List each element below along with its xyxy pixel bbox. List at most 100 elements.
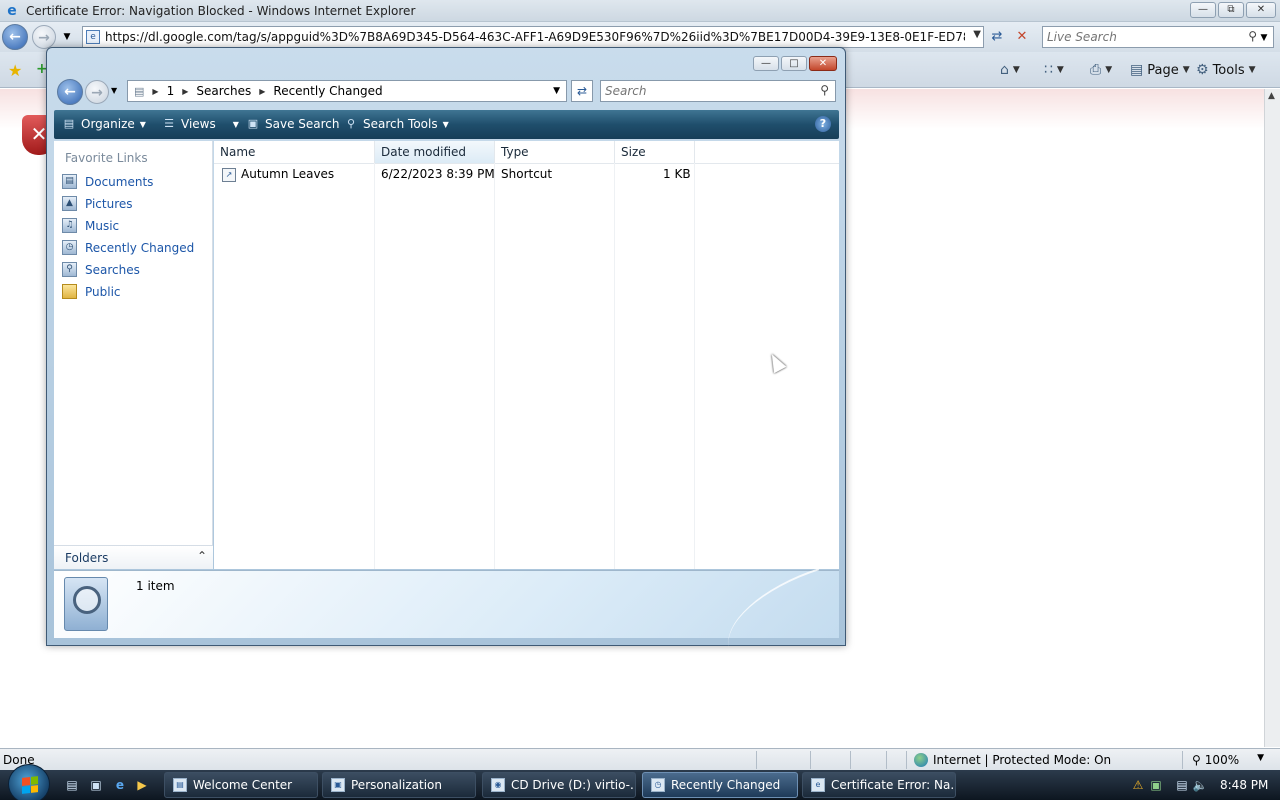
views-button[interactable]: ☰ Views ▼ (162, 117, 239, 131)
organize-label: Organize (81, 117, 135, 131)
favorite-link-recently-changed[interactable]: ◷ Recently Changed (62, 240, 194, 255)
column-header-date-modified[interactable]: Date modified (375, 141, 495, 163)
status-divider (810, 751, 811, 769)
ie-back-button[interactable]: ← (2, 24, 28, 50)
favorite-link-music[interactable]: ♫ Music (62, 218, 119, 233)
taskbar-button-personalization[interactable]: ▣ Personalization (322, 772, 476, 798)
folders-label: Folders (65, 551, 109, 565)
ie-address-bar[interactable]: e https://dl.google.com/tag/s/appguid%3D… (82, 26, 984, 48)
zoom-dropdown-icon[interactable]: ▼ (1257, 753, 1264, 767)
file-type: Shortcut (501, 167, 553, 181)
explorer-search-input[interactable] (605, 82, 805, 100)
ie-history-dropdown-icon[interactable]: ▼ (58, 28, 76, 46)
breadcrumb-separator-icon[interactable]: ▶ (182, 87, 188, 96)
scroll-up-icon[interactable]: ▲ (1268, 91, 1275, 101)
security-zone[interactable]: Internet | Protected Mode: On (914, 753, 1111, 767)
address-dropdown-icon[interactable]: ▼ (553, 86, 560, 96)
home-button[interactable]: ⌂ ▼ (1000, 62, 1020, 78)
column-header-type[interactable]: Type (495, 141, 615, 163)
media-player-icon[interactable]: ▶ (134, 777, 150, 793)
decorative-swirl (713, 568, 835, 650)
column-divider (614, 163, 615, 569)
ie-live-search-input[interactable] (1047, 28, 1247, 46)
ie-url-text[interactable]: https://dl.google.com/tag/s/appguid%3D%7… (105, 30, 965, 44)
music-icon: ♫ (62, 218, 77, 233)
views-icon: ☰ (164, 117, 174, 130)
ie-vertical-scrollbar[interactable]: ▲ (1264, 89, 1280, 747)
print-dropdown-icon[interactable]: ▼ (1105, 65, 1112, 75)
save-search-button[interactable]: ▣ Save Search (246, 117, 340, 131)
column-divider (494, 163, 495, 569)
address-dropdown-icon[interactable]: ▼ (973, 29, 981, 40)
show-desktop-icon[interactable]: ▤ (64, 777, 80, 793)
favorite-link-public[interactable]: Public (62, 284, 121, 299)
favorites-star-icon[interactable]: ★ (8, 61, 22, 80)
folders-toggle[interactable]: Folders ⌃ (54, 545, 213, 569)
column-divider (374, 163, 375, 569)
recent-pages-dropdown-icon[interactable]: ▼ (111, 86, 117, 95)
page-menu[interactable]: ▤ Page ▼ (1130, 62, 1190, 78)
home-dropdown-icon[interactable]: ▼ (1013, 65, 1020, 75)
table-row[interactable]: ↗ Autumn Leaves 6/22/2023 8:39 PM Shortc… (214, 165, 694, 185)
explorer-refresh-button[interactable]: ⇄ (571, 80, 593, 102)
ie-maximize-button[interactable]: ⧉ (1218, 2, 1244, 18)
taskbar-button-welcome-center[interactable]: ▤ Welcome Center (164, 772, 318, 798)
rss-feed-icon: ∷ (1044, 62, 1053, 78)
ie-refresh-icon[interactable]: ⇄ (988, 28, 1006, 46)
breadcrumb-separator-icon[interactable]: ▶ (259, 87, 265, 96)
chevron-down-icon: ▼ (139, 119, 146, 129)
explorer-forward-button[interactable]: → (85, 80, 109, 104)
feeds-dropdown-icon[interactable]: ▼ (1057, 65, 1064, 75)
favorite-link-label: Recently Changed (85, 240, 195, 255)
breadcrumb[interactable]: ▤ ▶ 1 ▶ Searches ▶ Recently Changed ▼ (127, 80, 567, 102)
taskbar-button-certificate-error[interactable]: e Certificate Error: Na... (802, 772, 956, 798)
recently-changed-icon: ◷ (651, 778, 665, 792)
feeds-button[interactable]: ∷ ▼ (1044, 62, 1064, 78)
explorer-window: — □ ✕ ← → ▼ ▤ ▶ 1 ▶ Searches ▶ Recently … (46, 47, 846, 650)
ie-stop-icon[interactable]: ✕ (1013, 28, 1031, 46)
documents-icon: ▤ (62, 174, 77, 189)
favorite-link-pictures[interactable]: ▲ Pictures (62, 196, 133, 211)
ie-live-search[interactable]: ⚲ ▼ (1042, 26, 1274, 48)
explorer-back-button[interactable]: ← (57, 79, 83, 105)
shortcut-icon: ↗ (222, 168, 236, 182)
ie-close-button[interactable]: ✕ (1246, 2, 1276, 18)
search-options-dropdown-icon[interactable]: ▼ (1255, 29, 1273, 47)
status-divider (1182, 751, 1183, 769)
explorer-close-button[interactable]: ✕ (809, 56, 837, 71)
help-icon[interactable]: ? (815, 116, 831, 132)
organize-button[interactable]: ▤ Organize ▼ (62, 117, 146, 131)
breadcrumb-item[interactable]: Searches (196, 84, 251, 98)
search-icon[interactable]: ⚲ (820, 83, 829, 97)
windows-update-icon[interactable]: ▣ (1148, 777, 1164, 793)
breadcrumb-item[interactable]: Recently Changed (273, 84, 382, 98)
breadcrumb-item[interactable]: 1 (167, 84, 175, 98)
header-divider (214, 163, 839, 164)
security-alert-icon[interactable]: ⚠ (1130, 777, 1146, 793)
explorer-search-box[interactable]: ⚲ (600, 80, 836, 102)
breadcrumb-separator-icon[interactable]: ▶ (152, 87, 158, 96)
clock[interactable]: 8:48 PM (1220, 778, 1268, 792)
column-header-name[interactable]: Name (214, 141, 375, 163)
ie-forward-button[interactable]: → (32, 25, 56, 49)
favorite-link-documents[interactable]: ▤ Documents (62, 174, 153, 189)
internet-explorer-icon[interactable]: e (112, 777, 128, 793)
volume-muted-icon[interactable]: 🔈 (1192, 777, 1208, 793)
recently-changed-icon: ◷ (62, 240, 77, 255)
ie-minimize-button[interactable]: — (1190, 2, 1216, 18)
taskbar-button-cd-drive[interactable]: ◉ CD Drive (D:) virtio-... (482, 772, 636, 798)
internet-globe-icon (914, 753, 928, 767)
taskbar-button-recently-changed[interactable]: ◷ Recently Changed (642, 772, 798, 798)
print-button[interactable]: ⎙ ▼ (1090, 62, 1112, 78)
switch-windows-icon[interactable]: ▣ (88, 777, 104, 793)
tools-menu[interactable]: ⚙ Tools ▼ (1196, 62, 1256, 78)
explorer-minimize-button[interactable]: — (753, 56, 779, 71)
favorite-link-searches[interactable]: ⚲ Searches (62, 262, 140, 277)
explorer-maximize-button[interactable]: □ (781, 56, 807, 71)
search-tools-button[interactable]: ⚲ Search Tools ▼ (344, 117, 449, 131)
column-header-size[interactable]: Size (615, 141, 695, 163)
zoom-control[interactable]: ⚲ 100% ▼ (1192, 753, 1264, 767)
file-list: Name Date modified Type Size ↗ Autumn Le… (214, 141, 839, 569)
network-icon[interactable]: ▤ (1174, 777, 1190, 793)
start-button[interactable] (8, 764, 50, 800)
